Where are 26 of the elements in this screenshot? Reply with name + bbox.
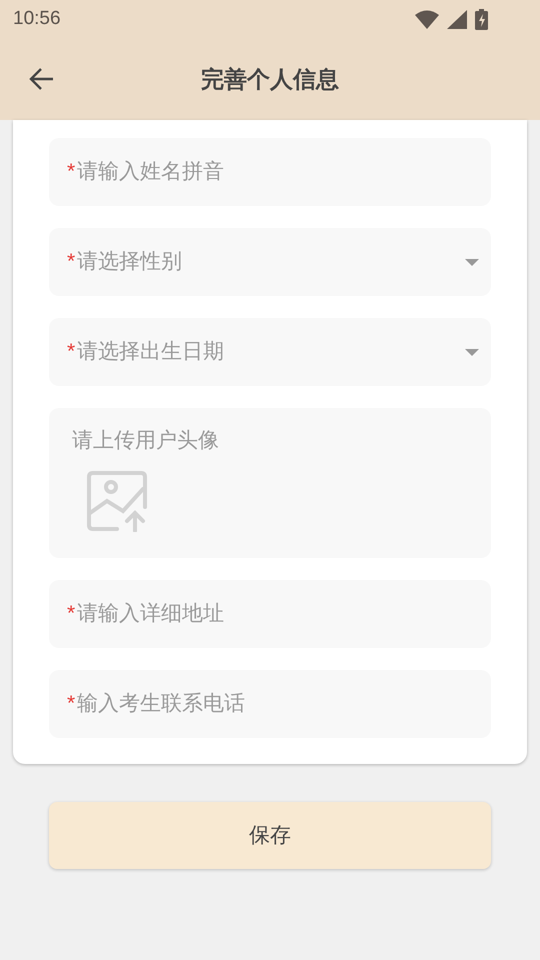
wifi-icon bbox=[415, 10, 439, 28]
save-button[interactable]: 保存 bbox=[49, 802, 491, 869]
required-mark: * bbox=[67, 159, 76, 186]
back-arrow-icon[interactable] bbox=[29, 67, 55, 91]
select-field[interactable]: *请选择出生日期 bbox=[49, 318, 491, 386]
dropdown-caret-icon bbox=[465, 348, 479, 356]
upload-label: 请上传用户头像 bbox=[72, 430, 220, 451]
text-input[interactable]: 请选择出生日期 bbox=[77, 336, 465, 368]
text-input[interactable]: 请输入姓名拼音 bbox=[77, 156, 479, 188]
required-mark: * bbox=[67, 691, 76, 718]
text-input[interactable]: 输入考生联系电话 bbox=[77, 688, 479, 720]
dropdown-caret-icon bbox=[465, 258, 479, 266]
select-field[interactable]: *请选择性别 bbox=[49, 228, 491, 296]
required-mark: * bbox=[67, 601, 76, 628]
input-field[interactable]: *请输入详细地址 bbox=[49, 580, 491, 648]
text-input[interactable]: 请选择性别 bbox=[77, 246, 465, 278]
input-field[interactable]: *输入考生联系电话 bbox=[49, 670, 491, 738]
input-field[interactable]: *请输入姓名拼音 bbox=[49, 138, 491, 206]
avatar-upload-area[interactable]: 请上传用户头像 bbox=[49, 408, 491, 558]
battery-icon bbox=[475, 8, 489, 30]
page-title: 完善个人信息 bbox=[201, 64, 339, 94]
signal-icon bbox=[447, 10, 467, 28]
required-mark: * bbox=[67, 249, 76, 276]
text-input[interactable]: 请输入详细地址 bbox=[77, 598, 479, 630]
required-mark: * bbox=[67, 339, 76, 366]
status-time: 10:56 bbox=[13, 6, 61, 31]
